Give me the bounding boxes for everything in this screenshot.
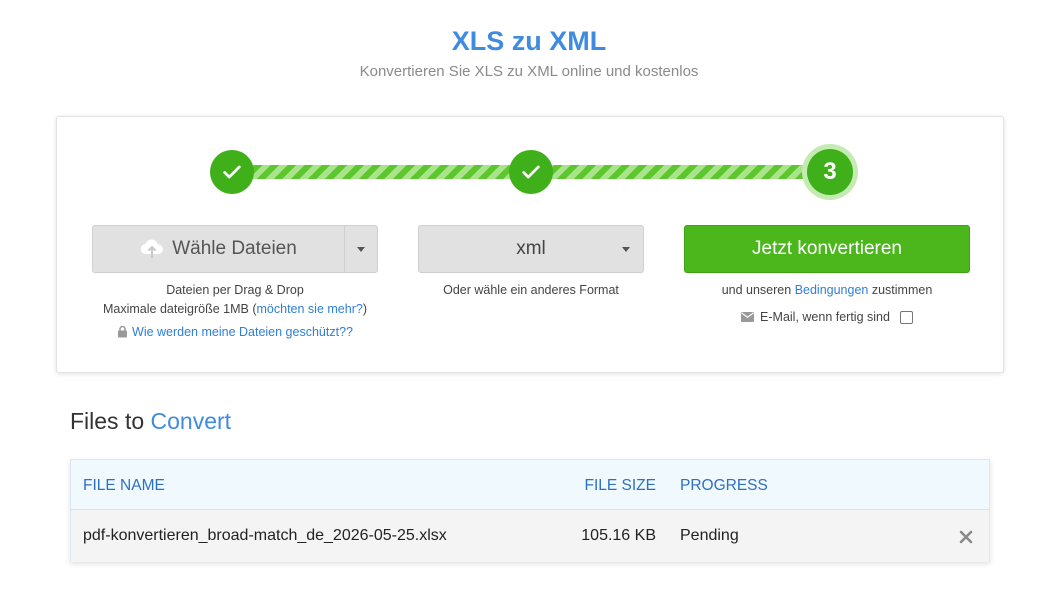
security-note: Wie werden meine Dateien geschützt?? <box>92 325 378 339</box>
table-header: FILE NAME FILE SIZE PROGRESS <box>71 460 989 510</box>
step-2-complete <box>509 150 553 194</box>
more-size-link[interactable]: möchten sie mehr? <box>257 302 363 316</box>
email-checkbox[interactable] <box>899 310 913 324</box>
choose-files-dropdown[interactable] <box>344 226 377 272</box>
check-icon <box>522 165 540 179</box>
choose-files-main[interactable]: Wähle Dateien <box>93 226 344 272</box>
converter-card: 3 Wähle Dateien xml Jetzt konvertieren D… <box>56 116 1004 373</box>
envelope-icon <box>741 312 755 322</box>
progress-bar-segment-2 <box>547 165 837 179</box>
drag-drop-note: Dateien per Drag & Drop <box>166 283 304 297</box>
files-heading: Files to Convert <box>70 408 232 434</box>
file-name-cell: pdf-konvertieren_broad-match_de_2026-05-… <box>83 527 447 544</box>
step-3-current: 3 <box>807 149 853 195</box>
column-header-size: FILE SIZE <box>584 477 657 494</box>
cloud-upload-icon <box>140 239 164 258</box>
email-notify: E-Mail, wenn fertig sind <box>684 310 970 324</box>
column-header-progress: PROGRESS <box>680 477 768 494</box>
column-header-name: FILE NAME <box>83 477 165 494</box>
max-size-note: Maximale dateigröße 1MB (möchten sie meh… <box>102 302 367 316</box>
format-selected-value: xml <box>516 238 546 259</box>
progress-cell: Pending <box>680 527 739 544</box>
close-icon[interactable] <box>958 529 974 545</box>
table-row: pdf-konvertieren_broad-match_de_2026-05-… <box>71 510 989 562</box>
format-select[interactable]: xml <box>418 225 644 273</box>
choose-files-label: Wähle Dateien <box>172 238 297 259</box>
terms-note: und unseren Bedingungen zustimmen <box>721 283 933 297</box>
convert-button[interactable]: Jetzt konvertieren <box>684 225 970 273</box>
check-icon <box>223 165 241 179</box>
choose-files-button[interactable]: Wähle Dateien <box>92 225 378 273</box>
format-hint: Oder wähle ein anderes Format <box>443 283 619 297</box>
email-label: E-Mail, wenn fertig sind <box>760 310 890 324</box>
progress-bar-segment-1 <box>247 165 537 179</box>
files-table: FILE NAME FILE SIZE PROGRESS pdf-konvert… <box>70 459 990 562</box>
page-subtitle: Konvertieren Sie XLS zu XML online und k… <box>359 63 699 80</box>
lock-icon <box>118 325 128 338</box>
terms-link[interactable]: Bedingungen <box>795 283 869 297</box>
step-1-complete <box>210 150 254 194</box>
caret-down-icon <box>357 246 365 252</box>
security-link[interactable]: Wie werden meine Dateien geschützt?? <box>132 325 353 339</box>
file-size-cell: 105.16 KB <box>581 527 656 544</box>
page-title: XLS zu XML <box>451 26 607 56</box>
caret-down-icon <box>622 247 630 252</box>
